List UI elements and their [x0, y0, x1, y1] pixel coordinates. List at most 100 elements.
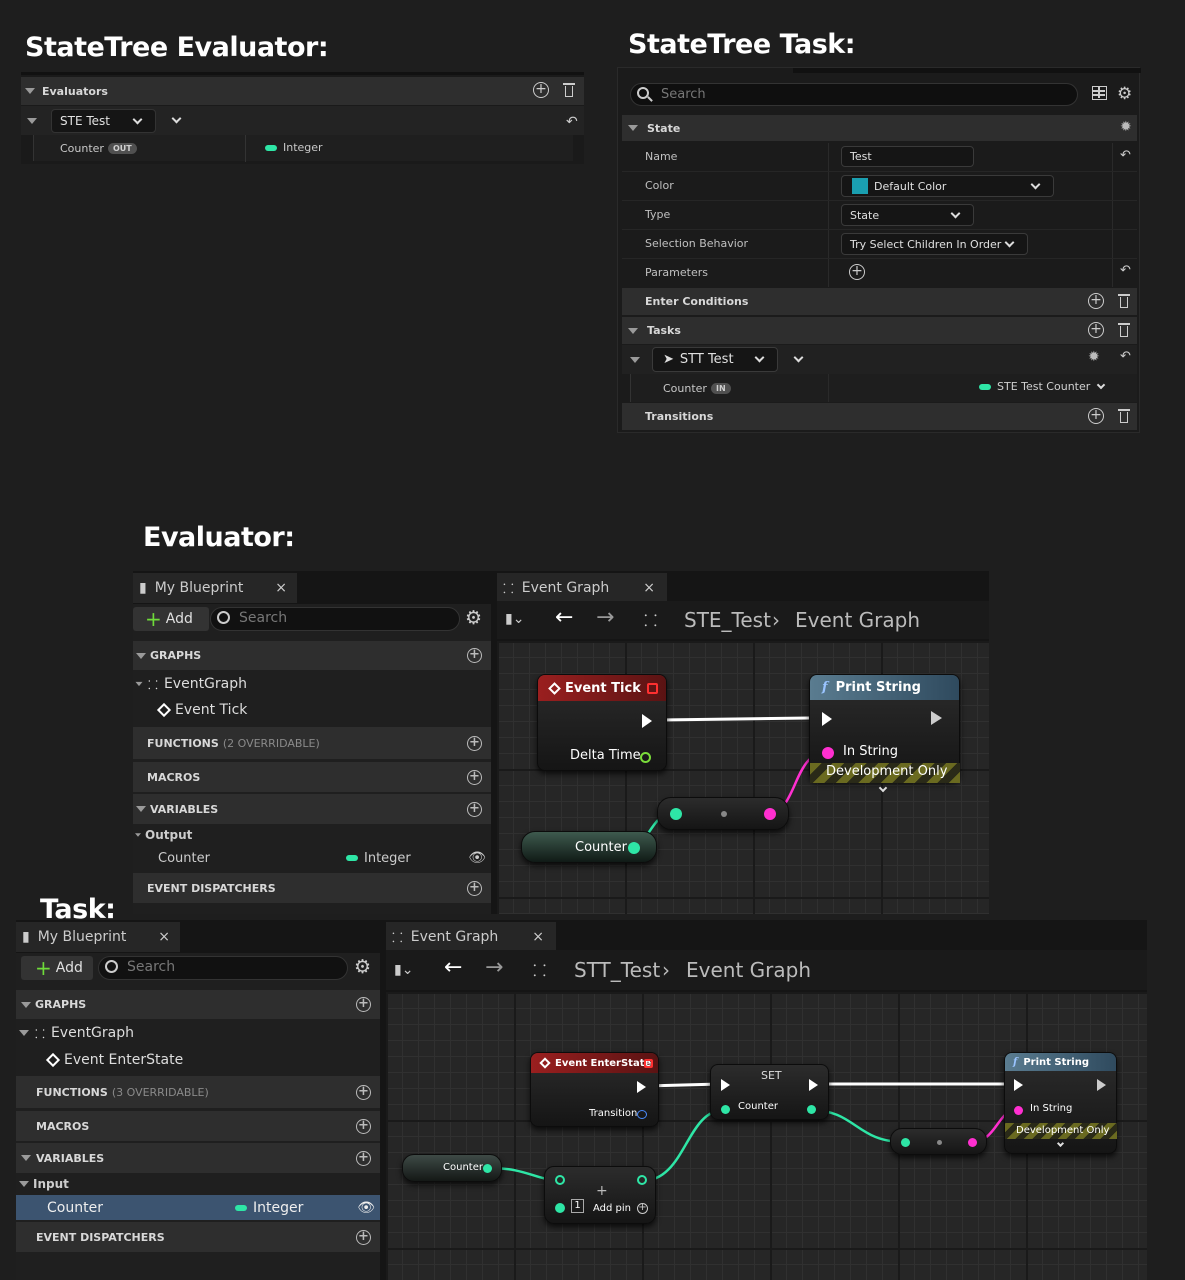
collapse-arrow-icon[interactable] [135, 833, 141, 837]
bookmark-icon[interactable]: ▮⌄ [394, 962, 413, 978]
selection-behavior-dropdown[interactable]: Try Select Children In Order [841, 233, 1028, 255]
exec-out-pin[interactable] [931, 711, 942, 725]
conversion-node[interactable] [657, 797, 789, 830]
add-pin-icon[interactable]: + [637, 1203, 648, 1214]
task-graph-canvas[interactable]: Event EnterState Transition SET Counter … [386, 992, 1147, 1280]
add-parameter-icon[interactable]: + [849, 264, 865, 280]
string-pin[interactable] [1014, 1106, 1023, 1115]
macros-section[interactable]: MACROS + [16, 1111, 380, 1141]
tab-my-blueprint[interactable]: ▮ My Blueprint × [133, 573, 297, 603]
integer-pin[interactable] [670, 808, 682, 820]
collapse-arrow-icon[interactable] [630, 356, 640, 363]
color-dropdown[interactable]: Default Color [841, 175, 1054, 197]
graph-item-event-tick[interactable]: Event Tick [155, 699, 247, 721]
event-enterstate-node[interactable]: Event EnterState Transition [530, 1052, 659, 1127]
integer-pin[interactable] [721, 1105, 730, 1114]
graphs-section[interactable]: GRAPHS + [133, 641, 491, 670]
tab-event-graph[interactable]: ⸬ Event Graph × [386, 922, 556, 952]
exec-out-pin[interactable] [1097, 1079, 1106, 1091]
ste-item-dropdown[interactable]: STE Test [51, 109, 156, 133]
evaluators-header[interactable]: Evaluators [21, 77, 584, 105]
delegate-pin-icon[interactable] [644, 1058, 653, 1068]
collapse-arrow-icon[interactable] [628, 327, 638, 334]
exec-in-pin[interactable] [721, 1079, 730, 1091]
add-dispatcher-icon[interactable]: + [467, 880, 482, 896]
close-icon[interactable]: × [158, 929, 170, 945]
trash-icon[interactable] [1118, 322, 1130, 338]
task-item-dropdown[interactable]: ➤ STT Test [652, 347, 778, 372]
set-node[interactable]: SET Counter [710, 1064, 829, 1120]
stt-search-input[interactable]: Search [630, 83, 1078, 106]
reset-icon[interactable]: ↶ [1120, 263, 1131, 278]
blueprint-search-input[interactable]: Search [210, 607, 460, 631]
collapse-arrow-icon[interactable] [19, 1030, 29, 1036]
close-icon[interactable]: × [643, 580, 655, 596]
trash-icon[interactable] [1118, 408, 1130, 424]
integer-pin[interactable] [483, 1164, 492, 1173]
add-graph-icon[interactable]: + [356, 997, 371, 1012]
breadcrumb-graph[interactable]: Event Graph [686, 958, 811, 982]
add-button[interactable]: + Add [21, 956, 93, 980]
variable-counter[interactable]: Counter Integer 👁 [16, 1195, 380, 1220]
collapse-arrow-icon[interactable] [19, 1181, 29, 1187]
graph-item-eventgraph[interactable]: ⸬ EventGraph [16, 1022, 134, 1044]
counter-getter-node[interactable]: Counter [521, 831, 657, 863]
settings-gear-icon[interactable]: ⚙ [465, 607, 482, 629]
add-dispatcher-icon[interactable]: + [356, 1229, 371, 1245]
collapse-arrow-icon[interactable] [135, 681, 143, 687]
tab-event-graph[interactable]: ⸬ Event Graph × [497, 573, 667, 603]
collapse-arrow-icon[interactable] [25, 88, 35, 94]
conversion-node[interactable] [890, 1128, 987, 1155]
string-pin[interactable] [822, 747, 834, 759]
back-arrow-icon[interactable]: ← [444, 955, 462, 980]
print-string-node[interactable]: f Print String In String Development Onl… [809, 674, 960, 793]
collapse-arrow-icon[interactable] [136, 806, 146, 812]
integer-pin[interactable] [628, 842, 640, 854]
graph-item-eventgraph[interactable]: ⸬ EventGraph [133, 673, 247, 695]
back-arrow-icon[interactable]: ← [555, 605, 573, 630]
eye-icon[interactable]: 👁 [357, 1200, 375, 1216]
reset-icon[interactable]: ↶ [1120, 349, 1131, 364]
close-icon[interactable]: × [532, 929, 544, 945]
event-tick-node[interactable]: Event Tick Delta Time [537, 674, 667, 771]
counter-getter-node[interactable]: Counter [402, 1154, 502, 1182]
struct-pin[interactable] [637, 1110, 647, 1119]
breadcrumb-asset[interactable]: STE_Test [684, 608, 771, 632]
collapse-arrow-icon[interactable] [21, 1155, 31, 1161]
name-field[interactable]: Test [841, 146, 974, 167]
add-graph-icon[interactable]: + [467, 648, 482, 663]
type-dropdown[interactable]: State [841, 204, 974, 226]
trash-icon[interactable] [563, 82, 575, 98]
exec-out-pin[interactable] [642, 714, 652, 728]
reset-icon[interactable]: ↶ [1120, 148, 1131, 163]
integer-pin[interactable] [807, 1105, 816, 1114]
variables-section[interactable]: VARIABLES + [133, 794, 491, 824]
var-category-output[interactable]: Output [133, 825, 192, 845]
add-variable-icon[interactable]: + [467, 801, 482, 817]
exec-in-pin[interactable] [1014, 1079, 1023, 1091]
event-dispatchers-section[interactable]: EVENT DISPATCHERS + [16, 1222, 380, 1252]
collapse-arrow-icon[interactable] [27, 117, 37, 124]
add-condition-icon[interactable]: + [1088, 293, 1104, 309]
breadcrumb-graph[interactable]: Event Graph [795, 608, 920, 632]
float-pin[interactable] [640, 752, 651, 763]
collapse-arrow-icon[interactable] [136, 652, 146, 659]
task-prop-binding[interactable]: STE Test Counter [979, 380, 1106, 393]
tasks-header[interactable]: Tasks [622, 317, 1137, 344]
add-function-icon[interactable]: + [467, 735, 482, 751]
settings-gear-icon[interactable]: ⚙ [354, 956, 371, 978]
print-string-node[interactable]: f Print String In String Development Onl… [1004, 1052, 1117, 1154]
delegate-pin-icon[interactable] [647, 682, 658, 694]
settings-gear-icon[interactable]: ⚙ [1117, 84, 1132, 104]
exec-in-pin[interactable] [822, 712, 832, 726]
close-icon[interactable]: × [275, 580, 287, 596]
enter-conditions-header[interactable]: Enter Conditions [622, 288, 1137, 315]
forward-arrow-icon[interactable]: → [485, 955, 503, 980]
graph-item-event-enterstate[interactable]: Event EnterState [44, 1049, 183, 1071]
trash-icon[interactable] [1118, 293, 1130, 309]
add-button[interactable]: + Add [133, 607, 209, 631]
graphs-section[interactable]: GRAPHS + [16, 990, 380, 1019]
functions-section[interactable]: FUNCTIONS (2 OVERRIDABLE) + [133, 727, 491, 759]
string-pin[interactable] [968, 1138, 977, 1147]
integer-pin[interactable] [555, 1203, 565, 1213]
